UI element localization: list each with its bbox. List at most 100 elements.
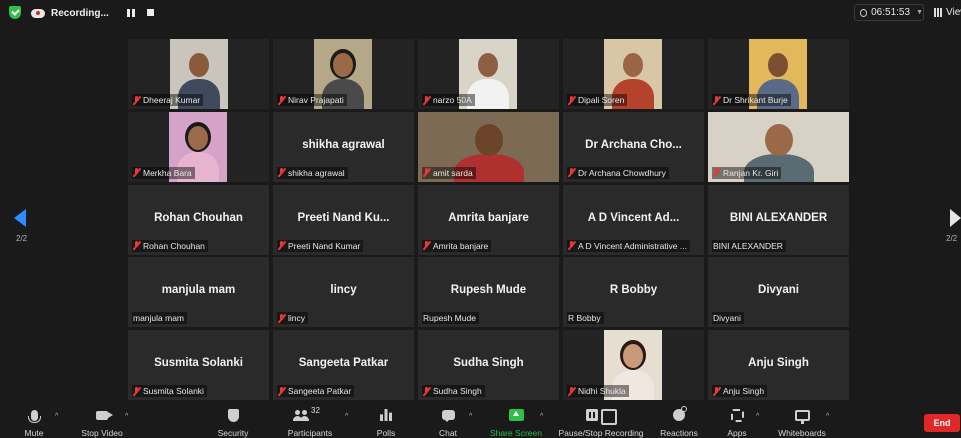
stop-recording-icon[interactable]: [147, 9, 154, 16]
participant-name-label: R Bobby: [567, 312, 604, 325]
participant-tile[interactable]: Susmita Solanki Susmita Solanki: [128, 330, 269, 400]
previous-page-arrow-icon[interactable]: [14, 209, 26, 227]
participant-name-text: Dr Archana Chowdhury: [578, 167, 666, 178]
mic-muted-icon: [713, 386, 720, 396]
participant-tile[interactable]: A D Vincent Ad... A D Vincent Administrat…: [563, 184, 704, 255]
participant-display-name: Rupesh Mude: [450, 284, 527, 297]
participant-tile[interactable]: R Bobby R Bobby: [563, 257, 704, 328]
recording-label: Recording...: [51, 7, 109, 19]
security-label: Security: [217, 428, 249, 438]
end-meeting-button[interactable]: End: [924, 414, 960, 432]
participant-tile[interactable]: shikha agrawal shikha agrawal: [273, 111, 414, 182]
mic-muted-icon: [423, 95, 430, 105]
participant-name-label: amit sarda: [422, 166, 476, 179]
participant-display-name: Sudha Singh: [453, 357, 524, 369]
participant-name-label: Rohan Chouhan: [132, 239, 208, 252]
participant-tile[interactable]: manjula mam manjula mam: [128, 257, 269, 328]
participants-icon: [293, 409, 309, 421]
participant-tile[interactable]: Dheeraj Kumar: [128, 39, 269, 109]
participants-count: 32: [311, 406, 320, 415]
mute-label: Mute: [24, 428, 44, 438]
mic-muted-icon: [568, 168, 575, 177]
participant-tile[interactable]: Ranjan Kr. Giri: [708, 111, 849, 182]
participant-name-text: shikha agrawal: [288, 167, 345, 178]
participant-tile[interactable]: BINI ALEXANDER BINI ALEXANDER: [708, 184, 849, 255]
meeting-timer[interactable]: 06:51:53 ▼: [854, 4, 924, 21]
participant-tile[interactable]: Dr Archana Cho... Dr Archana Chowdhury: [563, 111, 704, 182]
security-button[interactable]: Security: [193, 406, 273, 438]
participant-name-text: Nirav Prajapati: [288, 95, 344, 105]
participant-name-label: Preeti Nand Kumar: [277, 239, 364, 252]
share-options-chevron-icon[interactable]: ^: [540, 413, 543, 420]
participant-name-text: Rohan Chouhan: [143, 240, 205, 251]
meeting-toolbar: Mute ^ Stop Video ^ Security 32 Particip…: [0, 404, 961, 438]
view-button[interactable]: View: [934, 4, 961, 21]
participant-tile[interactable]: narzo 50A: [418, 39, 559, 109]
participant-tile[interactable]: Rupesh Mude Rupesh Mude: [418, 257, 559, 328]
participant-display-name: Divyani: [758, 284, 799, 297]
participant-name-text: Amrita banjare: [433, 240, 489, 251]
participants-label: Participants: [287, 428, 333, 438]
participant-tile[interactable]: Dipali Soren: [563, 39, 704, 109]
participant-tile[interactable]: Sudha Singh Sudha Singh: [418, 330, 559, 400]
participant-name-text: Sangeeta Patkar: [288, 386, 352, 396]
mic-muted-icon: [278, 95, 285, 105]
participant-tile[interactable]: Dr Shrikant Burje: [708, 39, 849, 109]
participant-display-name: shikha agrawal: [302, 138, 385, 151]
chat-bubble-icon: [441, 410, 455, 422]
timer-value: 06:51:53: [871, 7, 911, 18]
participant-name-text: A D Vincent Administrative ...: [578, 240, 687, 251]
participant-display-name: Dr Archana Cho...: [585, 138, 682, 151]
participant-name-label: Nidhi Shukla: [567, 385, 629, 397]
participants-button[interactable]: 32 Participants: [270, 406, 350, 438]
participant-display-name: Preeti Nand Ku...: [297, 211, 390, 224]
participant-tile[interactable]: Divyani Divyani: [708, 257, 849, 328]
video-options-chevron-icon[interactable]: ^: [125, 413, 128, 420]
participant-tile[interactable]: Merkha Bara: [128, 111, 269, 182]
participant-name-label: Sangeeta Patkar: [277, 385, 355, 397]
mic-muted-icon: [713, 95, 720, 105]
participant-name-label: BINI ALEXANDER: [712, 239, 786, 252]
participant-name-text: narzo 50A: [433, 95, 472, 105]
participant-tile[interactable]: Nirav Prajapati: [273, 39, 414, 109]
participant-tile[interactable]: Rohan Chouhan Rohan Chouhan: [128, 184, 269, 255]
mute-options-chevron-icon[interactable]: ^: [55, 413, 58, 420]
participant-tile[interactable]: Anju Singh Anju Singh: [708, 330, 849, 400]
participant-tile[interactable]: Preeti Nand Ku... Preeti Nand Kumar: [273, 184, 414, 255]
participant-name-label: shikha agrawal: [277, 166, 348, 179]
pause-stop-recording-button[interactable]: Pause/Stop Recording: [558, 406, 644, 438]
apps-options-chevron-icon[interactable]: ^: [756, 413, 759, 420]
chat-options-chevron-icon[interactable]: ^: [469, 413, 472, 420]
whiteboards-options-chevron-icon[interactable]: ^: [826, 413, 829, 420]
share-screen-button[interactable]: Share Screen: [476, 406, 556, 438]
next-page-arrow-icon[interactable]: [950, 209, 961, 227]
participant-name-text: Dheeraj Kumar: [143, 95, 201, 105]
page-indicator-right: 2/2: [946, 234, 958, 243]
mic-muted-icon: [278, 386, 285, 396]
participant-display-name: lincy: [330, 284, 357, 297]
recording-indicator[interactable]: Recording...: [31, 4, 109, 22]
polls-label: Polls: [376, 428, 396, 438]
participant-name-label: Dr Shrikant Burje: [712, 94, 791, 106]
participant-display-name: R Bobby: [609, 284, 658, 297]
page-indicator-left: 2/2: [16, 234, 28, 243]
stop-video-label: Stop Video: [81, 428, 123, 438]
stop-video-button[interactable]: Stop Video: [62, 406, 142, 438]
whiteboards-button[interactable]: Whiteboards: [762, 406, 842, 438]
encryption-shield-icon[interactable]: [9, 6, 21, 19]
participant-display-name: manjula mam: [161, 284, 236, 297]
microphone-icon: [27, 409, 41, 423]
participant-tile[interactable]: Amrita banjare Amrita banjare: [418, 184, 559, 255]
participant-name-text: Sudha Singh: [433, 386, 482, 396]
participant-tile[interactable]: Nidhi Shukla: [563, 330, 704, 400]
mic-muted-icon: [133, 241, 140, 250]
participant-name-label: Dipali Soren: [567, 94, 628, 106]
participant-display-name: Amrita banjare: [448, 211, 529, 224]
participant-name-text: Dr Shrikant Burje: [723, 95, 788, 105]
participant-tile[interactable]: lincy lincy: [273, 257, 414, 328]
participant-name-text: Anju Singh: [723, 386, 765, 396]
participant-tile[interactable]: Sangeeta Patkar Sangeeta Patkar: [273, 330, 414, 400]
participant-tile[interactable]: amit sarda: [418, 111, 559, 182]
participant-name-label: lincy: [277, 312, 309, 325]
pause-recording-icon[interactable]: [127, 9, 135, 17]
